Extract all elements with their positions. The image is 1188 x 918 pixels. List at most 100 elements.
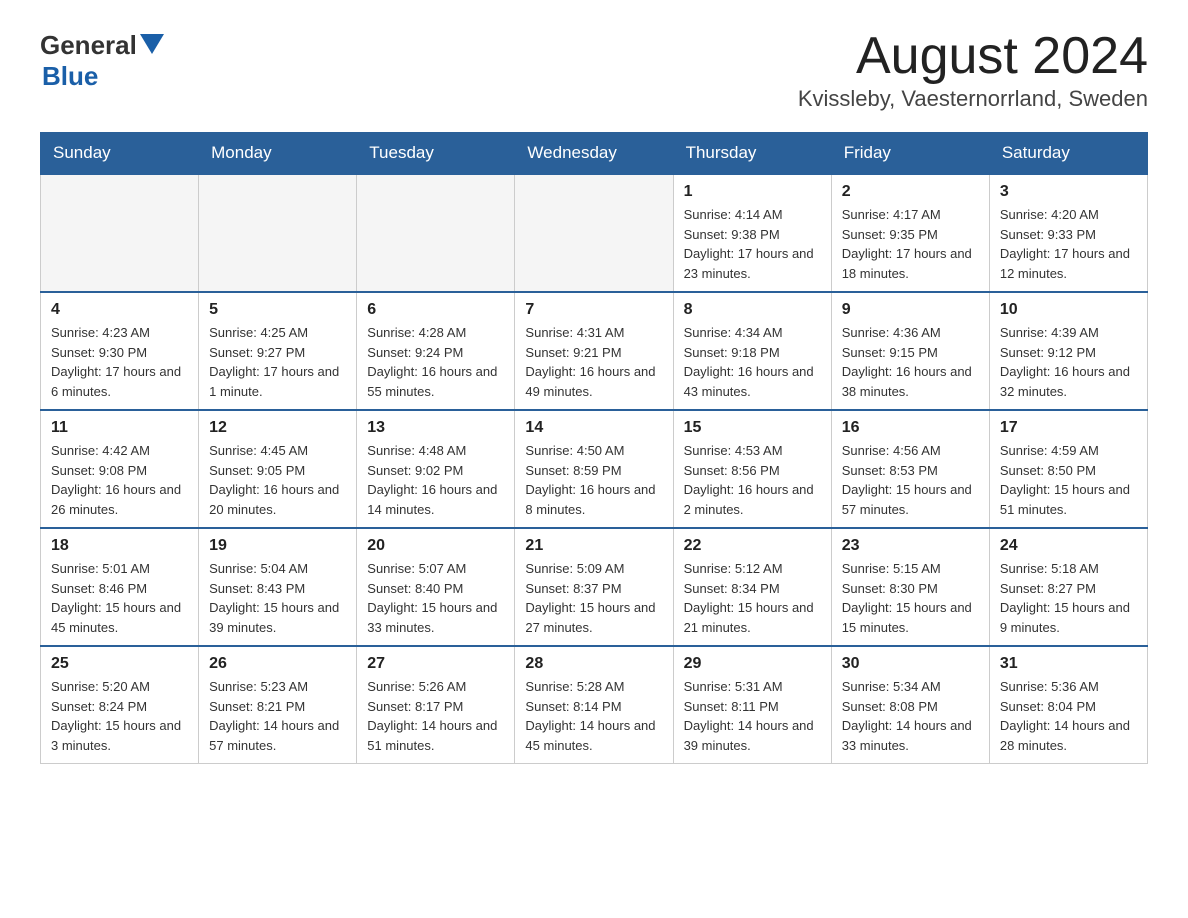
calendar-table: SundayMondayTuesdayWednesdayThursdayFrid…: [40, 132, 1148, 764]
month-title: August 2024: [798, 30, 1148, 82]
day-info: Sunrise: 4:23 AM Sunset: 9:30 PM Dayligh…: [51, 323, 188, 401]
logo-blue-text: Blue: [42, 61, 98, 91]
day-info: Sunrise: 4:28 AM Sunset: 9:24 PM Dayligh…: [367, 323, 504, 401]
calendar-cell: 28Sunrise: 5:28 AM Sunset: 8:14 PM Dayli…: [515, 646, 673, 764]
calendar-cell: 1 Sunrise: 4:14 AM Sunset: 9:38 PM Daylig…: [673, 174, 831, 292]
day-number: 19: [209, 537, 346, 555]
week-row-3: 11 Sunrise: 4:42 AM Sunset: 9:08 PM Dayli…: [41, 410, 1148, 528]
day-number: 15: [684, 419, 821, 437]
day-info: Sunrise: 4:56 AM Sunset: 8:53 PM Dayligh…: [842, 441, 979, 519]
day-info: Sunrise: 4:36 AM Sunset: 9:15 PM Dayligh…: [842, 323, 979, 401]
day-info: Sunrise: 4:45 AM Sunset: 9:05 PM Dayligh…: [209, 441, 346, 519]
header-right: August 2024 Kvissleby, Vaesternorrland, …: [798, 30, 1148, 112]
day-info: Sunrise: 4:14 AM Sunset: 9:38 PM Dayligh…: [684, 205, 821, 283]
week-row-1: 1 Sunrise: 4:14 AM Sunset: 9:38 PM Daylig…: [41, 174, 1148, 292]
calendar-cell: 19Sunrise: 5:04 AM Sunset: 8:43 PM Dayli…: [199, 528, 357, 646]
day-number: 26: [209, 655, 346, 673]
day-info: Sunrise: 4:31 AM Sunset: 9:21 PM Dayligh…: [525, 323, 662, 401]
calendar-cell: 7 Sunrise: 4:31 AM Sunset: 9:21 PM Daylig…: [515, 292, 673, 410]
column-header-tuesday: Tuesday: [357, 133, 515, 175]
calendar-cell: [199, 174, 357, 292]
calendar-cell: 26Sunrise: 5:23 AM Sunset: 8:21 PM Dayli…: [199, 646, 357, 764]
day-info: Sunrise: 5:12 AM Sunset: 8:34 PM Dayligh…: [684, 559, 821, 637]
day-number: 10: [1000, 301, 1137, 319]
day-number: 22: [684, 537, 821, 555]
day-number: 5: [209, 301, 346, 319]
day-number: 7: [525, 301, 662, 319]
column-header-monday: Monday: [199, 133, 357, 175]
week-row-2: 4 Sunrise: 4:23 AM Sunset: 9:30 PM Daylig…: [41, 292, 1148, 410]
calendar-cell: 20Sunrise: 5:07 AM Sunset: 8:40 PM Dayli…: [357, 528, 515, 646]
calendar-cell: 29Sunrise: 5:31 AM Sunset: 8:11 PM Dayli…: [673, 646, 831, 764]
calendar-header-row: SundayMondayTuesdayWednesdayThursdayFrid…: [41, 133, 1148, 175]
calendar-cell: 8 Sunrise: 4:34 AM Sunset: 9:18 PM Daylig…: [673, 292, 831, 410]
column-header-saturday: Saturday: [989, 133, 1147, 175]
day-number: 11: [51, 419, 188, 437]
day-number: 16: [842, 419, 979, 437]
day-number: 4: [51, 301, 188, 319]
day-info: Sunrise: 4:17 AM Sunset: 9:35 PM Dayligh…: [842, 205, 979, 283]
week-row-4: 18 Sunrise: 5:01 AM Sunset: 8:46 PM Dayli…: [41, 528, 1148, 646]
day-info: Sunrise: 5:31 AM Sunset: 8:11 PM Dayligh…: [684, 677, 821, 755]
day-info: Sunrise: 5:20 AM Sunset: 8:24 PM Dayligh…: [51, 677, 188, 755]
calendar-cell: [41, 174, 199, 292]
calendar-cell: 27 Sunrise: 5:26 AM Sunset: 8:17 PM Dayli…: [357, 646, 515, 764]
day-number: 9: [842, 301, 979, 319]
day-number: 12: [209, 419, 346, 437]
logo: General Blue: [40, 30, 164, 92]
day-info: Sunrise: 4:59 AM Sunset: 8:50 PM Dayligh…: [1000, 441, 1137, 519]
day-number: 1: [684, 183, 821, 201]
day-info: Sunrise: 5:07 AM Sunset: 8:40 PM Dayligh…: [367, 559, 504, 637]
day-info: Sunrise: 5:26 AM Sunset: 8:17 PM Dayligh…: [367, 677, 504, 755]
page-header: General Blue August 2024 Kvissleby, Vaes…: [40, 30, 1148, 112]
day-number: 28: [525, 655, 662, 673]
calendar-cell: 6 Sunrise: 4:28 AM Sunset: 9:24 PM Daylig…: [357, 292, 515, 410]
day-number: 13: [367, 419, 504, 437]
calendar-cell: 2 Sunrise: 4:17 AM Sunset: 9:35 PM Daylig…: [831, 174, 989, 292]
day-info: Sunrise: 4:50 AM Sunset: 8:59 PM Dayligh…: [525, 441, 662, 519]
calendar-cell: 11 Sunrise: 4:42 AM Sunset: 9:08 PM Dayli…: [41, 410, 199, 528]
calendar-cell: 31 Sunrise: 5:36 AM Sunset: 8:04 PM Dayli…: [989, 646, 1147, 764]
day-info: Sunrise: 4:53 AM Sunset: 8:56 PM Dayligh…: [684, 441, 821, 519]
day-info: Sunrise: 4:34 AM Sunset: 9:18 PM Dayligh…: [684, 323, 821, 401]
calendar-cell: 22 Sunrise: 5:12 AM Sunset: 8:34 PM Dayli…: [673, 528, 831, 646]
day-info: Sunrise: 5:15 AM Sunset: 8:30 PM Dayligh…: [842, 559, 979, 637]
day-info: Sunrise: 5:09 AM Sunset: 8:37 PM Dayligh…: [525, 559, 662, 637]
day-info: Sunrise: 5:34 AM Sunset: 8:08 PM Dayligh…: [842, 677, 979, 755]
calendar-cell: 16 Sunrise: 4:56 AM Sunset: 8:53 PM Dayli…: [831, 410, 989, 528]
day-number: 8: [684, 301, 821, 319]
calendar-cell: 5 Sunrise: 4:25 AM Sunset: 9:27 PM Daylig…: [199, 292, 357, 410]
calendar-cell: 12 Sunrise: 4:45 AM Sunset: 9:05 PM Dayli…: [199, 410, 357, 528]
calendar-cell: 17Sunrise: 4:59 AM Sunset: 8:50 PM Dayli…: [989, 410, 1147, 528]
location-subtitle: Kvissleby, Vaesternorrland, Sweden: [798, 86, 1148, 112]
day-info: Sunrise: 4:48 AM Sunset: 9:02 PM Dayligh…: [367, 441, 504, 519]
day-number: 21: [525, 537, 662, 555]
day-number: 2: [842, 183, 979, 201]
day-number: 30: [842, 655, 979, 673]
calendar-cell: 14 Sunrise: 4:50 AM Sunset: 8:59 PM Dayli…: [515, 410, 673, 528]
day-number: 18: [51, 537, 188, 555]
calendar-cell: 4 Sunrise: 4:23 AM Sunset: 9:30 PM Daylig…: [41, 292, 199, 410]
calendar-cell: 21 Sunrise: 5:09 AM Sunset: 8:37 PM Dayli…: [515, 528, 673, 646]
logo-triangle-icon: [140, 34, 164, 54]
logo-general-text: General: [40, 30, 137, 61]
day-number: 31: [1000, 655, 1137, 673]
day-number: 27: [367, 655, 504, 673]
day-info: Sunrise: 4:20 AM Sunset: 9:33 PM Dayligh…: [1000, 205, 1137, 283]
day-number: 14: [525, 419, 662, 437]
day-number: 24: [1000, 537, 1137, 555]
day-info: Sunrise: 5:18 AM Sunset: 8:27 PM Dayligh…: [1000, 559, 1137, 637]
calendar-cell: 30 Sunrise: 5:34 AM Sunset: 8:08 PM Dayli…: [831, 646, 989, 764]
day-number: 25: [51, 655, 188, 673]
calendar-cell: 13 Sunrise: 4:48 AM Sunset: 9:02 PM Dayli…: [357, 410, 515, 528]
day-number: 6: [367, 301, 504, 319]
calendar-cell: 9 Sunrise: 4:36 AM Sunset: 9:15 PM Daylig…: [831, 292, 989, 410]
week-row-5: 25 Sunrise: 5:20 AM Sunset: 8:24 PM Dayli…: [41, 646, 1148, 764]
column-header-sunday: Sunday: [41, 133, 199, 175]
day-info: Sunrise: 5:36 AM Sunset: 8:04 PM Dayligh…: [1000, 677, 1137, 755]
day-info: Sunrise: 4:42 AM Sunset: 9:08 PM Dayligh…: [51, 441, 188, 519]
day-info: Sunrise: 5:01 AM Sunset: 8:46 PM Dayligh…: [51, 559, 188, 637]
calendar-cell: 3Sunrise: 4:20 AM Sunset: 9:33 PM Daylig…: [989, 174, 1147, 292]
day-info: Sunrise: 4:25 AM Sunset: 9:27 PM Dayligh…: [209, 323, 346, 401]
calendar-cell: 18 Sunrise: 5:01 AM Sunset: 8:46 PM Dayli…: [41, 528, 199, 646]
